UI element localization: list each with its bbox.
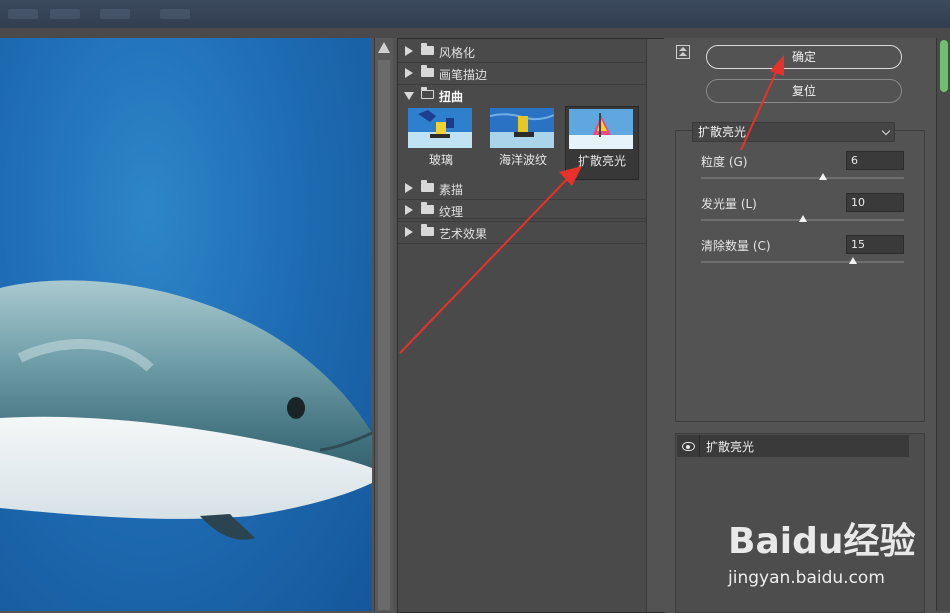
watermark-brand: Baidu经验 (728, 521, 916, 562)
ok-button[interactable]: 确定 (706, 45, 902, 69)
slider-track[interactable] (701, 261, 904, 263)
folder-label: 素描 (439, 183, 464, 197)
thumb-image (408, 108, 472, 148)
param-label: 发光量 (L) (701, 197, 757, 211)
thumb-caption: 海洋波纹 (498, 153, 547, 167)
param-value-input[interactable]: 10 (846, 193, 904, 212)
shark-image (0, 280, 372, 540)
folder-brush-strokes[interactable]: 画笔描边 (398, 63, 646, 85)
folder-distort[interactable]: 扭曲 (398, 85, 646, 106)
divider (699, 435, 700, 457)
param-glow-amount: 发光量 (L) 10 (701, 193, 911, 233)
scroll-up-arrow-icon[interactable] (378, 42, 390, 53)
scrollbar-track[interactable] (378, 60, 390, 610)
filter-preview-canvas[interactable] (0, 38, 372, 611)
param-value-input[interactable]: 15 (846, 235, 904, 254)
scrollbar-thumb[interactable] (940, 40, 948, 92)
folder-sketch[interactable]: 素描 (398, 178, 646, 200)
baidu-jingyan-watermark: Baidu经验 jingyan.baidu.com (728, 512, 938, 594)
slider-handle[interactable] (849, 257, 857, 264)
folder-icon (421, 43, 434, 55)
folder-label: 风格化 (439, 46, 476, 60)
collapsed-triangle-icon (405, 68, 413, 78)
folder-artistic[interactable]: 艺术效果 (398, 222, 646, 244)
thumb-caption: 玻璃 (428, 153, 453, 167)
expanded-triangle-icon (404, 92, 414, 100)
titlebar-menu-ghost (8, 9, 38, 19)
eye-icon[interactable] (682, 442, 695, 451)
folder-icon (421, 65, 434, 77)
folder-icon (421, 180, 434, 192)
thumb-diffuse-glow[interactable]: 扩散亮光 (565, 106, 639, 180)
reset-button[interactable]: 复位 (706, 79, 902, 103)
folder-label: 扭曲 (439, 90, 464, 104)
folder-texture[interactable]: 纹理 (398, 200, 646, 222)
collapsed-triangle-icon (405, 46, 413, 56)
collapsed-triangle-icon (405, 183, 413, 193)
folder-icon (421, 202, 434, 214)
folder-stylize[interactable]: 风格化 (398, 41, 646, 63)
effect-layer-name: 扩散亮光 (706, 440, 755, 454)
filter-select-value: 扩散亮光 (698, 125, 747, 139)
filter-gallery: 风格化 画笔描边 扭曲 玻璃 海洋波纹 扩散亮光 素描 纹理 艺术效果 (397, 38, 665, 613)
folder-label: 艺术效果 (439, 227, 488, 241)
filter-settings-group: 扩散亮光 粒度 (G) 6 发光量 (L) 10 清除数量 (C) 15 (675, 122, 925, 422)
watermark-url: jingyan.baidu.com (728, 568, 885, 588)
thumb-ocean-ripple[interactable]: 海洋波纹 (487, 106, 559, 178)
chevron-down-icon (881, 126, 891, 136)
folder-label: 画笔描边 (439, 68, 488, 82)
panel-scrollbar[interactable] (936, 38, 950, 611)
param-label: 清除数量 (C) (701, 239, 771, 253)
titlebar-menu-ghost (100, 9, 130, 19)
param-value-input[interactable]: 6 (846, 151, 904, 170)
param-graininess: 粒度 (G) 6 (701, 151, 911, 191)
param-label: 粒度 (G) (701, 155, 748, 169)
titlebar-menu-ghost (50, 9, 80, 19)
thumb-image (569, 109, 633, 149)
gallery-scrollbar[interactable] (646, 39, 665, 612)
filter-select[interactable]: 扩散亮光 (692, 122, 895, 142)
folder-label: 纹理 (439, 205, 464, 219)
window-frame (0, 28, 950, 38)
folder-icon (421, 224, 434, 236)
titlebar-menu-ghost (160, 9, 190, 19)
collapsed-triangle-icon (405, 205, 413, 215)
collapsed-triangle-icon (405, 227, 413, 237)
effect-layer-row[interactable]: 扩散亮光 (677, 435, 909, 457)
slider-handle[interactable] (799, 215, 807, 222)
thumb-image (490, 108, 554, 148)
slider-track[interactable] (701, 177, 904, 179)
thumb-caption: 扩散亮光 (577, 154, 626, 168)
open-folder-icon (420, 87, 434, 99)
thumb-glass[interactable]: 玻璃 (405, 106, 477, 178)
window-titlebar (0, 0, 950, 38)
collapse-gallery-icon[interactable] (676, 45, 690, 59)
param-clear-amount: 清除数量 (C) 15 (701, 235, 911, 275)
preview-scrollbar[interactable] (374, 38, 393, 611)
slider-handle[interactable] (819, 173, 827, 180)
